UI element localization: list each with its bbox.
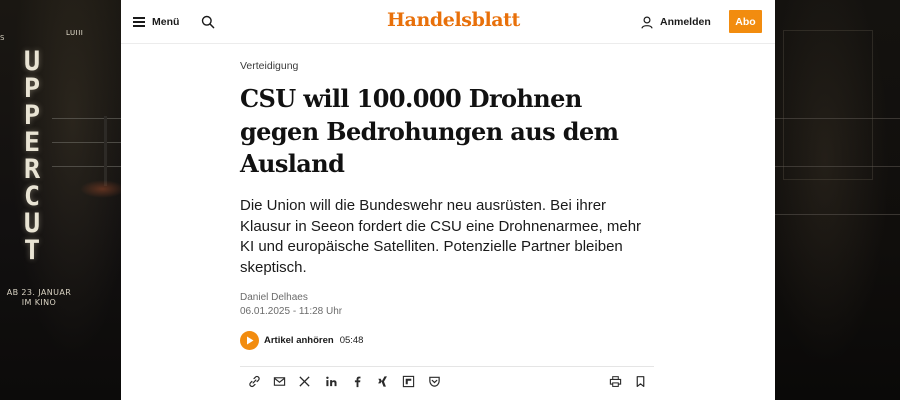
ad-rope-line [775,118,900,119]
xing-icon[interactable] [375,374,389,388]
ad-skyscraper-right[interactable] [775,0,900,400]
site-logo[interactable]: Handelsblatt [387,9,520,31]
linkedin-icon[interactable] [324,374,338,388]
search-button[interactable] [201,15,215,29]
article-teaser: Die Union will die Bundeswehr neu ausrüs… [240,197,642,276]
ad-date: AB 23. JANUAR IM KINO [4,288,74,308]
print-icon[interactable] [608,374,622,388]
ad-skyscraper-left[interactable]: S LUIII UPPERCUT AB 23. JANUAR IM KINO [0,0,121,400]
ad-rope-line [775,166,900,167]
pocket-icon[interactable] [427,374,441,388]
search-icon [201,15,215,29]
ad-date-line: AB 23. JANUAR [6,288,72,297]
article-date: 06.01.2025 - 11:28 Uhr [240,306,343,317]
bookmark-icon[interactable] [633,374,647,388]
login-label: Anmelden [660,16,711,28]
ad-rope-line [775,214,900,215]
site-header: Menü Handelsblatt Anmelden Abo [121,0,775,44]
listen-label: Artikel anhören [264,335,334,346]
facebook-icon[interactable] [350,374,364,388]
listen-to-article-button[interactable]: Artikel anhören 05:48 [240,331,363,350]
ad-tag-left: S [0,34,5,42]
link-icon[interactable] [247,374,261,388]
ad-title: UPPERCUT [23,46,41,266]
hamburger-icon [133,17,145,27]
flipboard-icon[interactable] [401,374,415,388]
menu-button[interactable]: Menü [133,12,179,32]
abo-button[interactable]: Abo [729,10,762,33]
x-icon[interactable] [297,374,311,388]
article-kicker[interactable]: Verteidigung [240,60,298,72]
article-headline: CSU will 100.000 Drohnen gegen Bedrohung… [240,84,619,178]
ad-rope-line [52,166,121,167]
share-bar [240,366,654,400]
ad-glow [80,180,121,198]
menu-label: Menü [152,16,180,28]
user-icon [641,15,653,29]
article-author[interactable]: Daniel Delhaes [240,292,308,303]
article-page: Menü Handelsblatt Anmelden Abo Verteidig… [121,0,775,400]
listen-duration: 05:48 [339,335,364,346]
mail-icon[interactable] [272,374,286,388]
ad-date-line: IM KINO [21,298,57,307]
login-button[interactable]: Anmelden [641,13,711,31]
ad-rope-line [52,142,121,143]
ad-background-mesh [783,30,873,180]
ad-ring-post [104,116,107,186]
ad-tag-top: LUIII [66,29,84,37]
ad-rope-line [52,118,121,119]
play-icon [240,331,259,350]
